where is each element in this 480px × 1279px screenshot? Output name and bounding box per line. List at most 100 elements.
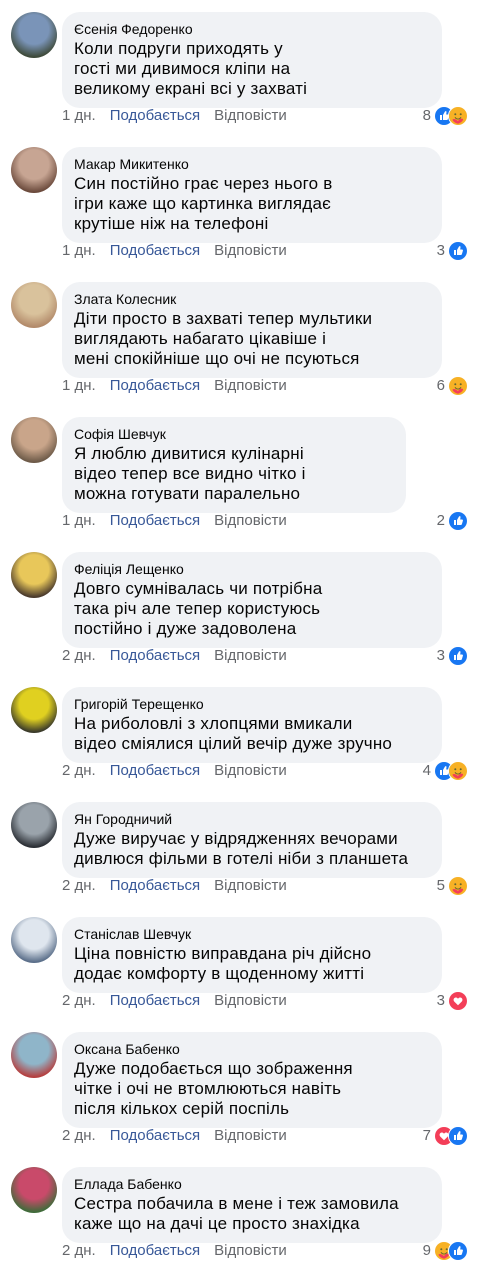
like-link[interactable]: Подобається	[110, 762, 200, 780]
reply-link[interactable]: Відповісти	[214, 242, 287, 260]
comment-text-line: Я люблю дивитися кулінарні	[74, 444, 304, 463]
comment-timestamp[interactable]: 2 дн.	[62, 1127, 96, 1145]
reply-link[interactable]: Відповісти	[214, 1242, 287, 1260]
comment-author[interactable]: Еллада Бабенко	[74, 1175, 430, 1193]
comment-text-line: дивлюся фільми в готелі ніби з планшета	[74, 849, 409, 868]
comment-text: Дуже виручає у відрядженнях вечорами дивл…	[74, 829, 430, 869]
comment-timestamp[interactable]: 2 дн.	[62, 1242, 96, 1260]
comment-text-line: Сестра побачила в мене і теж замовила	[74, 1194, 399, 1213]
comment-author[interactable]: Єсенія Федоренко	[74, 20, 430, 38]
reaction-summary[interactable]: 3	[437, 991, 468, 1011]
avatar[interactable]	[11, 917, 57, 963]
like-link[interactable]: Подобається	[110, 1242, 200, 1260]
like-link[interactable]: Подобається	[110, 647, 200, 665]
reaction-summary[interactable]: 3	[437, 241, 468, 261]
comment-timestamp[interactable]: 1 дн.	[62, 242, 96, 260]
comment-author[interactable]: Софія Шевчук	[74, 425, 394, 443]
comment-text-line: Син постійно грає через нього в	[74, 174, 333, 193]
like-link[interactable]: Подобається	[110, 877, 200, 895]
comment-actions: 1 дн. Подобається Відповісти	[62, 107, 287, 125]
comment-author[interactable]: Оксана Бабенко	[74, 1040, 430, 1058]
reply-link[interactable]: Відповісти	[214, 512, 287, 530]
comment-text-line: Ціна повністю виправдана річ дійсно	[74, 944, 372, 963]
comment-timestamp[interactable]: 1 дн.	[62, 512, 96, 530]
comment-timestamp[interactable]: 2 дн.	[62, 647, 96, 665]
reaction-summary[interactable]: 7	[423, 1126, 468, 1146]
comment-bubble: Григорій Терещенко На риболовлі з хлопцям…	[62, 687, 442, 763]
like-reaction-icon	[448, 241, 468, 261]
care-reaction-icon	[448, 876, 468, 896]
comment-timestamp[interactable]: 1 дн.	[62, 377, 96, 395]
comment-author[interactable]: Григорій Терещенко	[74, 695, 430, 713]
reply-link[interactable]: Відповісти	[214, 877, 287, 895]
reply-link[interactable]: Відповісти	[214, 992, 287, 1010]
comment-author[interactable]: Макар Микитенко	[74, 155, 430, 173]
avatar[interactable]	[11, 552, 57, 598]
like-reaction-icon	[448, 1241, 468, 1261]
comment-timestamp[interactable]: 2 дн.	[62, 992, 96, 1010]
comment-timestamp[interactable]: 2 дн.	[62, 877, 96, 895]
like-reaction-icon	[448, 1126, 468, 1146]
reply-link[interactable]: Відповісти	[214, 647, 287, 665]
reaction-count: 3	[436, 242, 445, 259]
avatar[interactable]	[11, 282, 57, 328]
like-link[interactable]: Подобається	[110, 512, 200, 530]
avatar[interactable]	[11, 1167, 57, 1213]
reaction-summary[interactable]: 2	[437, 511, 468, 531]
reaction-count: 3	[436, 647, 445, 664]
comment-timestamp[interactable]: 2 дн.	[62, 762, 96, 780]
comment-text: Діти просто в захваті тепер мультики вигл…	[74, 309, 430, 369]
avatar[interactable]	[11, 417, 57, 463]
like-link[interactable]: Подобається	[110, 1127, 200, 1145]
comment-actions: 2 дн. Подобається Відповісти	[62, 762, 287, 780]
reply-link[interactable]: Відповісти	[214, 377, 287, 395]
comment-text: Дуже подобається що зображення чітке і оч…	[74, 1059, 430, 1119]
comment-text-line: постійно і дуже задоволена	[74, 619, 297, 638]
like-link[interactable]: Подобається	[110, 242, 200, 260]
comment-actions: 2 дн. Подобається Відповісти	[62, 647, 287, 665]
reaction-summary[interactable]: 4	[423, 761, 468, 781]
comment-text-line: чітке і очі не втомлюються навіть	[74, 1079, 342, 1098]
like-link[interactable]: Подобається	[110, 992, 200, 1010]
comment-text-line: відео сміялися цілий вечір дуже зручно	[74, 734, 393, 753]
avatar[interactable]	[11, 802, 57, 848]
comment-text-line: Коли подруги приходять у	[74, 39, 283, 58]
comment-text: На риболовлі з хлопцями вмикали відео смі…	[74, 714, 430, 754]
comment-author[interactable]: Злата Колесник	[74, 290, 430, 308]
comment-timestamp[interactable]: 1 дн.	[62, 107, 96, 125]
reaction-summary[interactable]: 5	[437, 876, 468, 896]
like-link[interactable]: Подобається	[110, 107, 200, 125]
reaction-summary[interactable]: 3	[437, 646, 468, 666]
reaction-summary[interactable]: 8	[423, 106, 468, 126]
avatar[interactable]	[11, 687, 57, 733]
comment-text: Син постійно грає через нього в ігри каже…	[74, 174, 430, 234]
reaction-count: 5	[436, 877, 445, 894]
comment-text-line: Дуже подобається що зображення	[74, 1059, 353, 1078]
reaction-count: 2	[436, 512, 445, 529]
comment-text-line: можна готувати паралельно	[74, 484, 301, 503]
comment-text-line: гості ми дивимося кліпи на	[74, 59, 291, 78]
comment-text-line: мені спокійніше що очі не псуються	[74, 349, 360, 368]
comment-author[interactable]: Феліція Лещенко	[74, 560, 430, 578]
comment-text-line: після кількох серій поспіль	[74, 1099, 290, 1118]
comment-author[interactable]: Станіслав Шевчук	[74, 925, 430, 943]
avatar[interactable]	[11, 147, 57, 193]
comment-actions: 1 дн. Подобається Відповісти	[62, 242, 287, 260]
comment-author[interactable]: Ян Городничий	[74, 810, 430, 828]
reaction-count: 9	[422, 1242, 431, 1259]
avatar[interactable]	[11, 12, 57, 58]
comment-text: Довго сумнівалась чи потрібна така річ ал…	[74, 579, 430, 639]
comment-text-line: відео тепер все видно чітко і	[74, 464, 306, 483]
like-link[interactable]: Подобається	[110, 377, 200, 395]
comment-bubble: Злата Колесник Діти просто в захваті тепе…	[62, 282, 442, 378]
comment-text-line: Діти просто в захваті тепер мультики	[74, 309, 373, 328]
reaction-summary[interactable]: 6	[437, 376, 468, 396]
reply-link[interactable]: Відповісти	[214, 1127, 287, 1145]
like-reaction-icon	[448, 646, 468, 666]
reaction-summary[interactable]: 9	[423, 1241, 468, 1261]
reply-link[interactable]: Відповісти	[214, 107, 287, 125]
comment-text-line: ігри каже що картинка виглядає	[74, 194, 331, 213]
reply-link[interactable]: Відповісти	[214, 762, 287, 780]
avatar[interactable]	[11, 1032, 57, 1078]
comment-actions: 2 дн. Подобається Відповісти	[62, 1242, 287, 1260]
